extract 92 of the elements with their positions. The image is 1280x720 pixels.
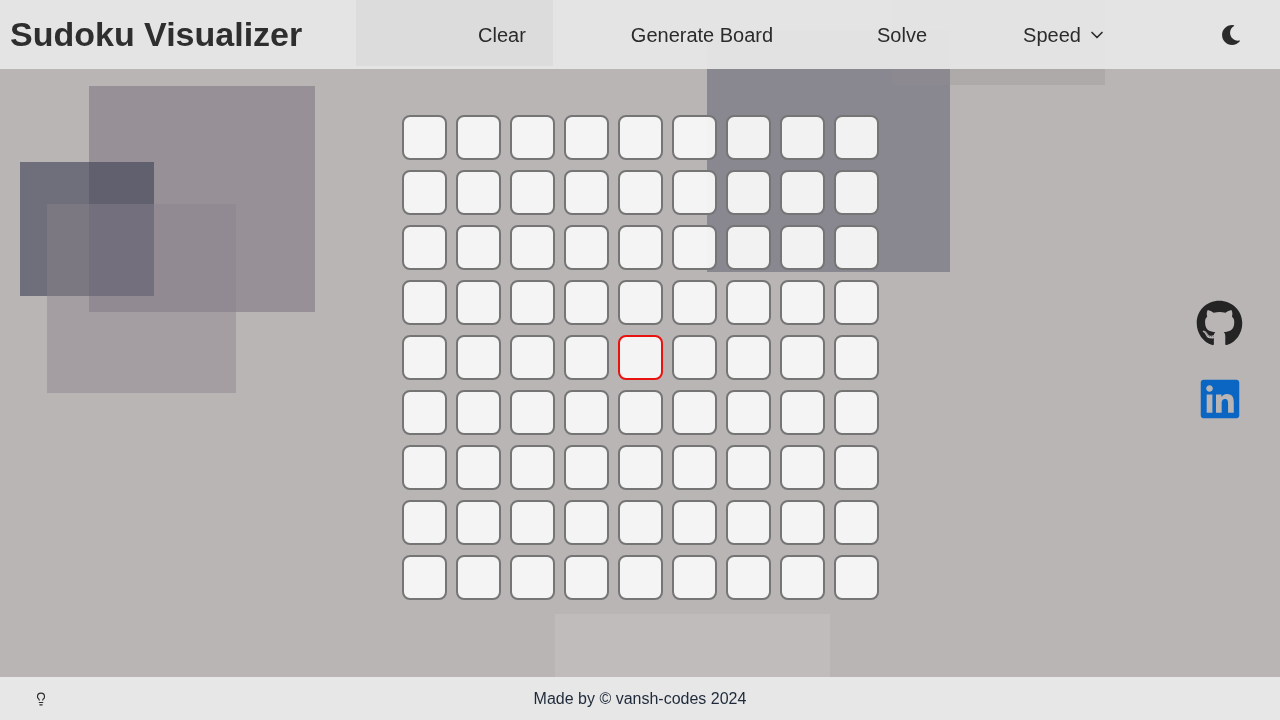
sudoku-cell[interactable] — [779, 225, 825, 270]
sudoku-cell[interactable] — [455, 555, 501, 600]
sudoku-cell[interactable] — [401, 445, 447, 490]
nav-button[interactable]: Generate Board — [622, 15, 782, 54]
sudoku-cell[interactable] — [725, 390, 771, 435]
sudoku-cell[interactable] — [779, 555, 825, 600]
sudoku-cell[interactable] — [725, 170, 771, 215]
sudoku-cell[interactable] — [779, 280, 825, 325]
sudoku-cell[interactable] — [563, 335, 609, 380]
sudoku-cell[interactable] — [617, 500, 663, 545]
sudoku-cell[interactable] — [725, 115, 771, 160]
sudoku-cell[interactable] — [617, 390, 663, 435]
nav-button[interactable]: Solve — [869, 15, 935, 54]
sudoku-cell[interactable] — [779, 170, 825, 215]
sudoku-cell[interactable] — [455, 225, 501, 270]
nav-button[interactable]: Clear — [470, 15, 534, 54]
sudoku-cell[interactable] — [671, 555, 717, 600]
github-icon — [1196, 300, 1243, 347]
sudoku-cell[interactable] — [455, 170, 501, 215]
sudoku-cell[interactable] — [617, 555, 663, 600]
sudoku-cell[interactable] — [725, 500, 771, 545]
lightbulb-icon — [34, 691, 48, 706]
github-link[interactable] — [1196, 300, 1243, 347]
sudoku-cell[interactable] — [833, 500, 879, 545]
sudoku-cell[interactable] — [671, 115, 717, 160]
sudoku-cell[interactable] — [509, 170, 555, 215]
sudoku-cell[interactable] — [401, 335, 447, 380]
sudoku-cell[interactable] — [671, 335, 717, 380]
sudoku-cell[interactable] — [617, 170, 663, 215]
sudoku-cell[interactable] — [509, 115, 555, 160]
sudoku-cell[interactable] — [455, 390, 501, 435]
sudoku-cell[interactable] — [725, 555, 771, 600]
sudoku-cell[interactable] — [833, 170, 879, 215]
sudoku-cell[interactable] — [455, 115, 501, 160]
sudoku-cell[interactable] — [563, 225, 609, 270]
sudoku-cell[interactable] — [725, 335, 771, 380]
sudoku-cell[interactable] — [671, 390, 717, 435]
sudoku-cell[interactable] — [617, 445, 663, 490]
sudoku-cell[interactable] — [779, 115, 825, 160]
sudoku-cell[interactable] — [833, 335, 879, 380]
sudoku-cell[interactable] — [779, 500, 825, 545]
sudoku-cell[interactable] — [779, 335, 825, 380]
sudoku-cell[interactable] — [617, 115, 663, 160]
sudoku-cell[interactable] — [671, 445, 717, 490]
sudoku-cell[interactable] — [833, 225, 879, 270]
sudoku-cell[interactable] — [401, 500, 447, 545]
sudoku-cell[interactable] — [401, 390, 447, 435]
footer-credit: Made by © vansh-codes 2024 — [533, 688, 747, 709]
moon-icon — [1221, 24, 1241, 45]
sudoku-cell[interactable] — [563, 115, 609, 160]
sudoku-cell[interactable] — [563, 445, 609, 490]
sudoku-cell[interactable] — [779, 445, 825, 490]
sudoku-cell[interactable] — [401, 115, 447, 160]
sudoku-cell[interactable] — [833, 280, 879, 325]
sudoku-cell[interactable] — [833, 445, 879, 490]
app-title: Sudoku Visualizer — [10, 14, 303, 55]
sudoku-cell[interactable] — [617, 225, 663, 270]
sudoku-cell[interactable] — [509, 225, 555, 270]
sudoku-cell[interactable] — [401, 170, 447, 215]
sudoku-cell[interactable] — [779, 390, 825, 435]
sudoku-cell[interactable] — [617, 280, 663, 325]
sudoku-cell[interactable] — [563, 390, 609, 435]
sudoku-cell[interactable] — [671, 225, 717, 270]
sudoku-cell[interactable] — [455, 280, 501, 325]
sudoku-cell[interactable] — [725, 280, 771, 325]
sudoku-cell[interactable] — [671, 170, 717, 215]
sudoku-cell[interactable] — [401, 555, 447, 600]
sudoku-cell[interactable] — [671, 280, 717, 325]
sudoku-cell[interactable] — [455, 500, 501, 545]
sudoku-cell[interactable] — [671, 500, 717, 545]
sudoku-cell[interactable] — [833, 390, 879, 435]
theme-toggle-button[interactable] — [1219, 22, 1243, 47]
sudoku-cell[interactable] — [401, 225, 447, 270]
sudoku-cell[interactable] — [455, 335, 501, 380]
sudoku-cell[interactable] — [509, 500, 555, 545]
sudoku-cell[interactable] — [617, 335, 663, 380]
sudoku-cell[interactable] — [563, 170, 609, 215]
sudoku-cell[interactable] — [833, 555, 879, 600]
sudoku-cell[interactable] — [563, 280, 609, 325]
sudoku-cell[interactable] — [509, 280, 555, 325]
sudoku-cell[interactable] — [725, 445, 771, 490]
speed-dropdown[interactable]: Speed — [1019, 15, 1111, 54]
sudoku-cell[interactable] — [563, 555, 609, 600]
sudoku-cell[interactable] — [401, 280, 447, 325]
sudoku-cell[interactable] — [509, 335, 555, 380]
sudoku-cell[interactable] — [509, 555, 555, 600]
sudoku-cell[interactable] — [833, 115, 879, 160]
sudoku-cell[interactable] — [455, 445, 501, 490]
sudoku-cell[interactable] — [563, 500, 609, 545]
sudoku-cell[interactable] — [509, 390, 555, 435]
sudoku-cell[interactable] — [509, 445, 555, 490]
sudoku-cell[interactable] — [725, 225, 771, 270]
